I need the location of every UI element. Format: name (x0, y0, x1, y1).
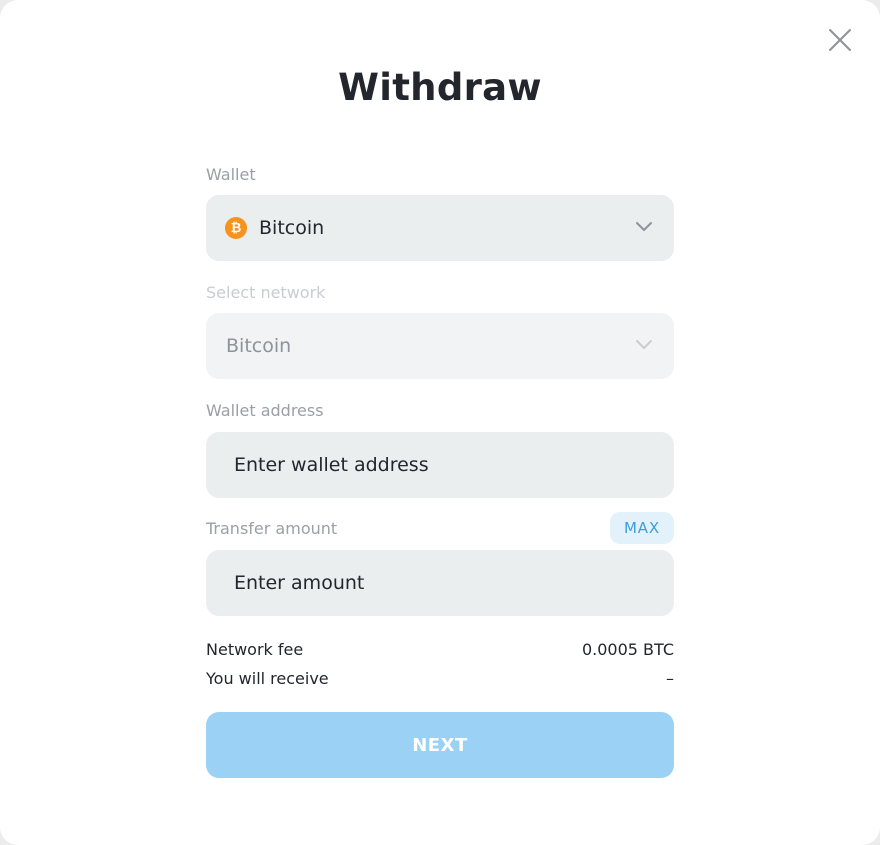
wallet-selected-value: Bitcoin (259, 217, 325, 239)
next-button[interactable]: NEXT (206, 712, 674, 778)
transfer-amount-label: Transfer amount (206, 519, 338, 538)
receive-label: You will receive (206, 669, 329, 688)
network-select[interactable]: Bitcoin (206, 313, 674, 379)
wallet-address-label: Wallet address (206, 401, 324, 420)
dialog-title: Withdraw (338, 66, 542, 109)
transfer-amount-field (206, 550, 674, 616)
bitcoin-icon: ₿ (225, 217, 247, 239)
wallet-label: Wallet (206, 165, 256, 184)
wallet-address-input[interactable] (234, 454, 654, 476)
network-fee-value: 0.0005 BTC (581, 640, 674, 659)
max-button[interactable]: MAX (610, 512, 674, 544)
receive-row: You will receive – (206, 669, 674, 688)
close-button[interactable] (822, 22, 858, 58)
close-icon (829, 29, 851, 51)
receive-value: – (666, 669, 674, 688)
network-selected-value: Bitcoin (226, 335, 292, 357)
network-fee-label: Network fee (206, 640, 304, 659)
chevron-down-icon (636, 222, 652, 231)
wallet-address-field (206, 432, 674, 498)
network-fee-row: Network fee 0.0005 BTC (206, 640, 674, 659)
transfer-amount-input[interactable] (234, 572, 654, 594)
chevron-down-icon (636, 340, 652, 349)
withdraw-dialog: Withdraw Wallet ₿ Bitcoin Select network… (0, 0, 880, 845)
wallet-select[interactable]: ₿ Bitcoin (206, 195, 674, 261)
network-label: Select network (206, 283, 326, 302)
